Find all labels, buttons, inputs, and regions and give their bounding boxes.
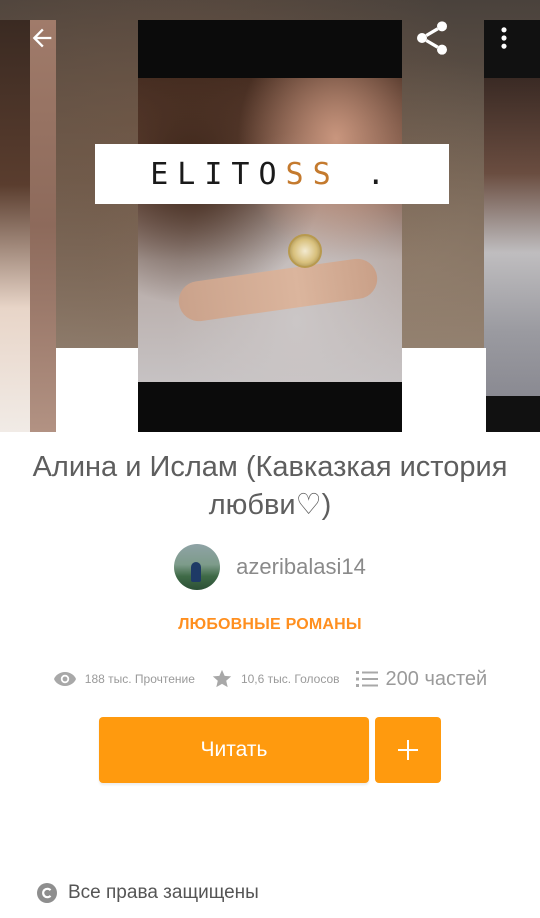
story-cover-image [138,20,402,432]
votes-stat: 10,6 тыс. Голосов [211,668,340,690]
copyright-icon [37,883,57,903]
parts-count[interactable]: 200 частей [386,668,488,691]
eye-icon [53,672,76,686]
read-button[interactable]: Читать [99,717,369,783]
votes-count: 10,6 тыс. Голосов [240,672,340,686]
previous-cover[interactable] [0,20,56,432]
arrow-left-icon [32,28,52,48]
reads-count: 188 тыс. Прочтение [84,672,195,686]
add-to-library-button[interactable] [375,717,441,783]
story-stats: 188 тыс. Прочтение 10,6 тыс. Голосов 200… [0,664,540,694]
cover-title-plate: ELITOSS . [95,144,449,204]
cover-title-text: ELITOSS . [150,156,394,192]
cover-shadow-band [402,348,486,432]
back-button[interactable] [18,14,66,62]
list-icon [355,671,378,687]
copyright-notice: Все права защищены [36,878,259,908]
story-title: Алина и Ислам (Кавказкая история любви♡) [32,451,508,521]
copyright-text: Все права защищены [68,882,259,903]
cover-carousel[interactable]: ELITOSS . [0,0,540,432]
reads-stat: 188 тыс. Прочтение [53,671,195,687]
author-row[interactable]: azeribalasi14 [0,544,540,590]
avatar[interactable] [174,544,221,590]
cover-shadow-band [56,348,138,432]
more-vertical-icon [501,27,507,49]
plus-icon [398,740,418,760]
parts-stat[interactable]: 200 частей [355,668,488,691]
author-name[interactable]: azeribalasi14 [236,554,366,580]
more-options-button[interactable] [480,14,528,62]
story-actions: Читать [99,717,441,783]
star-icon [212,669,232,688]
genre-link[interactable]: ЛЮБОВНЫЕ РОМАНЫ [0,616,540,634]
share-icon [417,21,447,55]
next-cover[interactable] [484,20,540,432]
share-button[interactable] [408,14,456,62]
